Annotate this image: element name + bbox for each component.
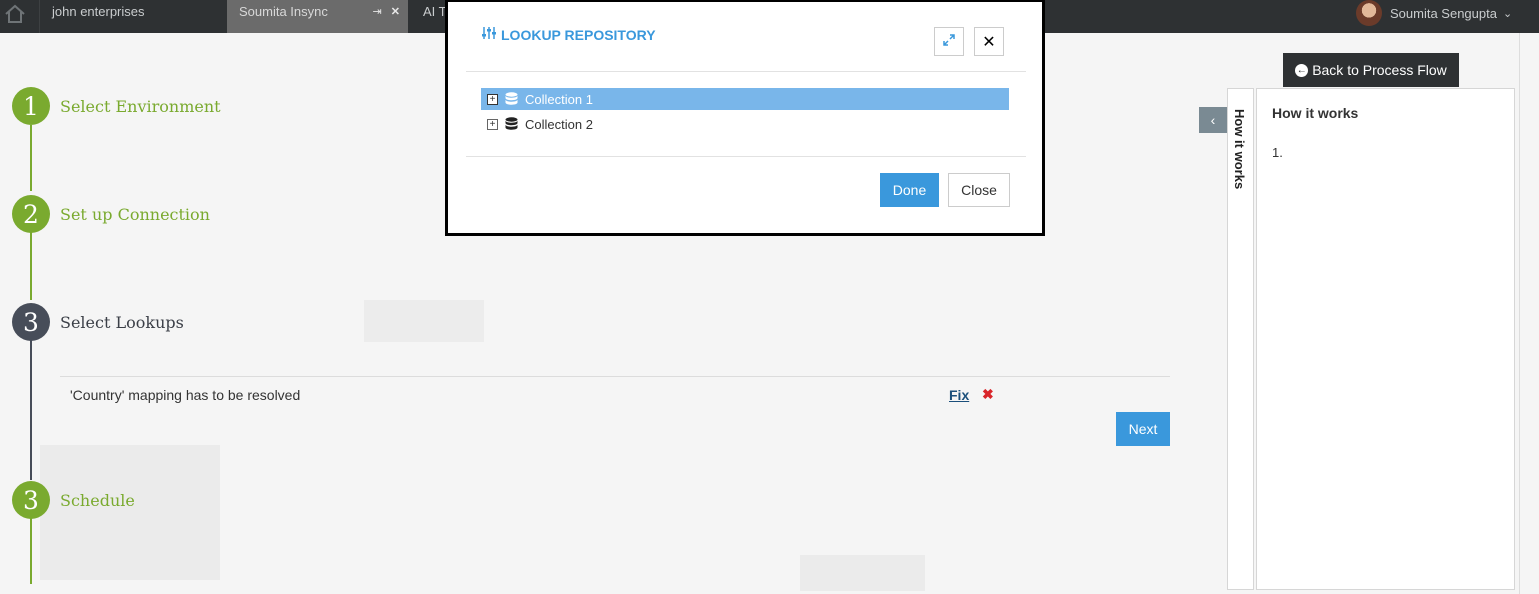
arrow-left-circle-icon: ←: [1295, 63, 1309, 77]
how-it-works-tab-label: How it works: [1232, 109, 1247, 190]
expand-plus-icon[interactable]: +: [487, 118, 498, 130]
back-label: Back to Process Flow: [1312, 62, 1447, 78]
home-icon[interactable]: [0, 0, 30, 27]
close-tab-icon[interactable]: ✕: [391, 6, 400, 18]
how-it-works-title: How it works: [1272, 105, 1359, 121]
next-button[interactable]: Next: [1116, 412, 1170, 446]
database-icon: [505, 117, 518, 131]
step-label-select-environment[interactable]: Select Environment: [60, 97, 221, 116]
step-connector: [30, 340, 32, 480]
chevron-down-icon: ⌄: [1502, 7, 1513, 20]
mapping-message: 'Country' mapping has to be resolved: [70, 387, 301, 403]
tab-label: AI T: [423, 4, 447, 19]
divider: [466, 156, 1026, 157]
how-it-works-panel: How it works 1.: [1256, 88, 1515, 590]
lookup-repository-modal: LOOKUP REPOSITORY ✕ + Collection 1 + Col…: [445, 0, 1045, 236]
fix-link[interactable]: Fix: [949, 387, 969, 403]
modal-title-text: LOOKUP REPOSITORY: [501, 26, 656, 43]
avatar: [1356, 0, 1382, 26]
expand-button[interactable]: [934, 27, 964, 56]
tree-item-label: Collection 1: [525, 91, 593, 107]
how-it-works-tab[interactable]: How it works: [1227, 88, 1254, 590]
step-label-select-lookups[interactable]: Select Lookups: [60, 313, 184, 332]
step-number-2: 2: [12, 195, 50, 233]
tab-label: john enterprises: [52, 4, 145, 19]
expand-icon: [943, 33, 955, 51]
pin-icon[interactable]: ⇥: [373, 6, 382, 18]
step-label-schedule[interactable]: Schedule: [60, 491, 135, 510]
sliders-icon: [481, 26, 497, 43]
step-connector: [30, 232, 32, 300]
scrollbar[interactable]: [1519, 33, 1539, 594]
remove-icon[interactable]: ✖: [982, 386, 994, 403]
chevron-left-icon: ‹: [1210, 112, 1216, 128]
modal-title: LOOKUP REPOSITORY: [481, 26, 656, 43]
step-label-set-up-connection[interactable]: Set up Connection: [60, 205, 210, 224]
back-to-process-flow-button[interactable]: ← Back to Process Flow: [1283, 53, 1459, 87]
modal-close-button[interactable]: ✕: [974, 27, 1004, 56]
expand-plus-icon[interactable]: +: [487, 93, 498, 105]
step-number-schedule: 3: [12, 481, 50, 519]
tab-label: Soumita Insync: [239, 4, 328, 19]
tab-john-enterprises[interactable]: john enterprises: [39, 0, 225, 33]
collapse-panel-button[interactable]: ‹: [1199, 107, 1227, 133]
close-icon: ✕: [982, 33, 996, 51]
tab-soumita-insync[interactable]: Soumita Insync ⇥ ✕: [227, 0, 408, 33]
divider: [466, 71, 1026, 72]
close-button[interactable]: Close: [948, 173, 1010, 207]
step-number-3: 3: [12, 303, 50, 341]
step-connector: [30, 518, 32, 584]
mapping-warning-row: 'Country' mapping has to be resolved Fix…: [60, 376, 1170, 412]
how-it-works-item: 1.: [1272, 145, 1283, 160]
step-number-1: 1: [12, 87, 50, 125]
done-button[interactable]: Done: [880, 173, 939, 207]
tree-item-label: Collection 2: [525, 116, 593, 132]
database-icon: [505, 92, 518, 106]
user-name: Soumita Sengupta: [1390, 5, 1497, 21]
user-menu[interactable]: Soumita Sengupta ⌄: [1356, 0, 1512, 26]
tree-item-collection-1[interactable]: + Collection 1: [481, 88, 1009, 110]
tree-item-collection-2[interactable]: + Collection 2: [481, 113, 1009, 135]
step-connector: [30, 125, 32, 191]
